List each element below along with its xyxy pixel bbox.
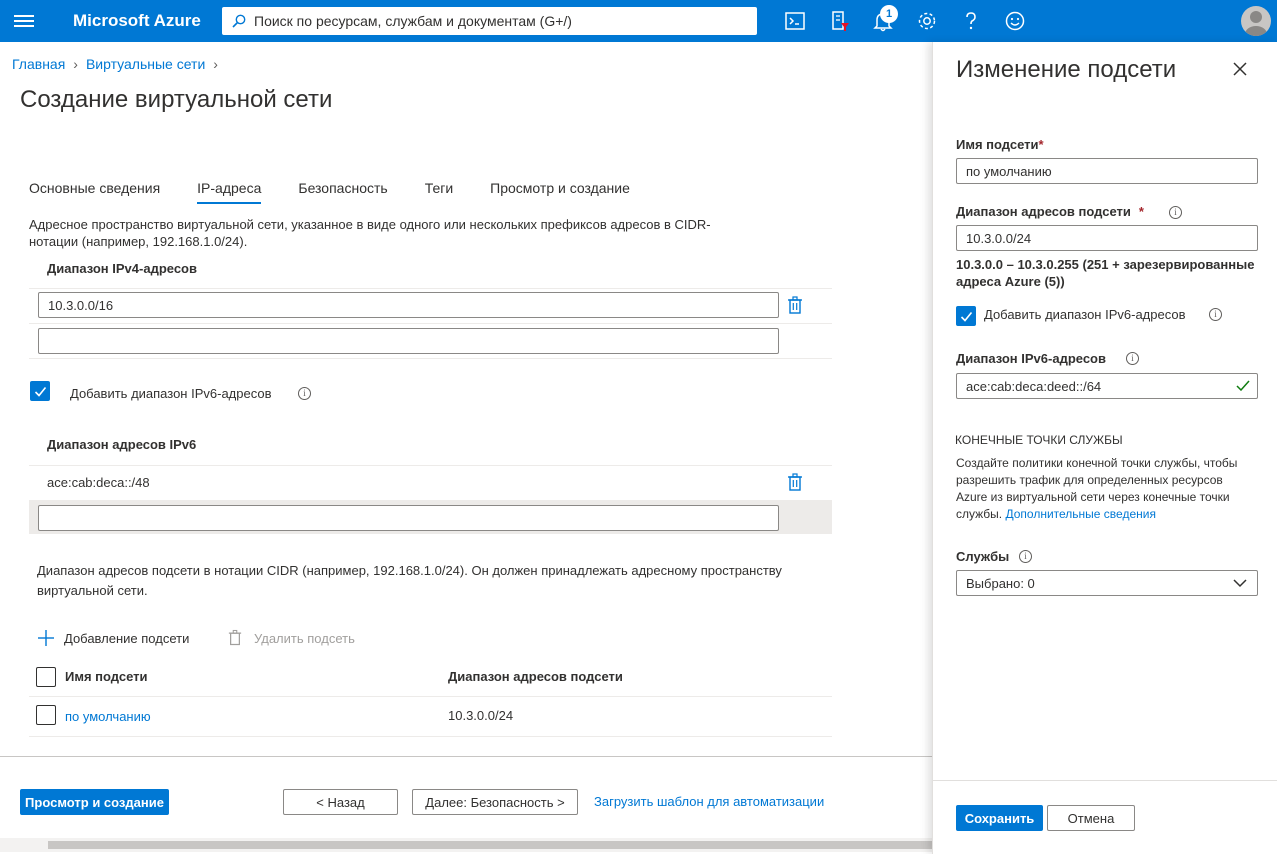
- cancel-button[interactable]: Отмена: [1047, 805, 1135, 831]
- panel-ipv6-label: Диапазон IPv6-адресов: [956, 351, 1106, 366]
- help-icon[interactable]: [960, 10, 982, 32]
- col-subnet-name: Имя подсети: [65, 669, 148, 684]
- subnet-range-label: Диапазон адресов подсети *: [956, 204, 1144, 219]
- chevron-down-icon: [1233, 579, 1247, 588]
- directory-filter-icon[interactable]: [829, 10, 851, 32]
- divider: [29, 736, 832, 737]
- top-bar: Microsoft Azure 1: [0, 0, 1277, 42]
- add-ipv6-checkbox[interactable]: [30, 381, 50, 401]
- panel-add-ipv6-label: Добавить диапазон IPv6-адресов: [984, 307, 1186, 322]
- tab-security[interactable]: Безопасность: [298, 180, 387, 204]
- col-subnet-range: Диапазон адресов подсети: [448, 669, 623, 684]
- required-marker: *: [1038, 137, 1044, 152]
- breadcrumb: Главная › Виртуальные сети ›: [12, 56, 226, 72]
- chevron-right-icon: ›: [73, 56, 78, 72]
- add-subnet-label: Добавление подсети: [64, 631, 190, 646]
- breadcrumb-home[interactable]: Главная: [12, 56, 65, 72]
- ipv6-range-value: ace:cab:deca::/48: [47, 475, 150, 490]
- row-checkbox[interactable]: [36, 705, 56, 725]
- valid-checkmark-icon: [1236, 380, 1250, 391]
- ipv4-range-input[interactable]: [38, 292, 779, 318]
- page-title: Создание виртуальной сети: [20, 86, 333, 113]
- select-all-checkbox[interactable]: [36, 667, 56, 687]
- plus-icon: [38, 630, 54, 646]
- info-icon[interactable]: i: [1019, 550, 1032, 563]
- address-space-description: Адресное пространство виртуальной сети, …: [29, 217, 711, 249]
- tab-basics[interactable]: Основные сведения: [29, 180, 160, 204]
- divider: [29, 358, 832, 359]
- notification-badge: 1: [880, 5, 898, 23]
- horizontal-scrollbar[interactable]: [0, 838, 932, 852]
- subnet-range-label-text: Диапазон адресов подсети: [956, 204, 1131, 219]
- scrollbar-thumb[interactable]: [48, 841, 932, 849]
- endpoints-heading: КОНЕЧНЫЕ ТОЧКИ СЛУЖБЫ: [955, 433, 1123, 447]
- search-icon: [232, 14, 246, 28]
- search-input[interactable]: [254, 7, 749, 35]
- services-selected-value: Выбрано: 0: [966, 576, 1035, 591]
- download-template-link[interactable]: Загрузить шаблон для автоматизации: [594, 794, 824, 809]
- cloud-shell-icon[interactable]: [784, 10, 806, 32]
- info-icon[interactable]: i: [298, 387, 311, 400]
- subnet-name-label-text: Имя подсети: [956, 137, 1039, 152]
- breadcrumb-vnets[interactable]: Виртуальные сети: [86, 56, 205, 72]
- subnet-range-info: 10.3.0.0 – 10.3.0.255 (251 + зарезервиро…: [956, 257, 1255, 289]
- edit-subnet-panel: Изменение подсети Имя подсети* Диапазон …: [932, 42, 1277, 854]
- panel-footer-divider: [933, 780, 1277, 781]
- subnet-name-link[interactable]: по умолчанию: [65, 709, 151, 724]
- panel-ipv6-input[interactable]: [956, 373, 1258, 399]
- trash-icon[interactable]: [787, 296, 803, 314]
- global-search[interactable]: [222, 7, 757, 35]
- close-icon[interactable]: [1231, 60, 1249, 78]
- feedback-icon[interactable]: [1004, 10, 1026, 32]
- ipv4-range-empty-input[interactable]: [38, 328, 779, 354]
- gear-icon[interactable]: [916, 10, 938, 32]
- delete-subnet-label: Удалить подсеть: [254, 631, 355, 646]
- subnet-description: Диапазон адресов подсети в нотации CIDR …: [37, 563, 782, 598]
- tab-tags[interactable]: Теги: [425, 180, 453, 204]
- footer-divider: [0, 756, 932, 757]
- tab-review-create[interactable]: Просмотр и создание: [490, 180, 630, 204]
- review-create-button[interactable]: Просмотр и создание: [20, 789, 169, 815]
- services-dropdown[interactable]: Выбрано: 0: [956, 570, 1258, 596]
- required-marker: *: [1138, 204, 1144, 219]
- tab-bar: Основные сведения IP-адреса Безопасность…: [29, 180, 667, 204]
- menu-icon[interactable]: [14, 12, 34, 30]
- save-button[interactable]: Сохранить: [956, 805, 1043, 831]
- info-icon[interactable]: i: [1126, 352, 1139, 365]
- checkmark-icon: [960, 311, 973, 322]
- checkmark-icon: [34, 386, 47, 397]
- ipv6-range-label: Диапазон адресов IPv6: [47, 437, 197, 452]
- trash-icon: [228, 629, 242, 646]
- subnet-name-input[interactable]: [956, 158, 1258, 184]
- panel-add-ipv6-checkbox[interactable]: [956, 306, 976, 326]
- ipv6-range-empty-input[interactable]: [38, 505, 779, 531]
- divider: [29, 465, 832, 466]
- panel-title: Изменение подсети: [956, 56, 1177, 83]
- next-button[interactable]: Далее: Безопасность >: [412, 789, 578, 815]
- add-ipv6-label: Добавить диапазон IPv6-адресов: [70, 386, 272, 401]
- divider: [29, 323, 832, 324]
- tab-ip-addresses[interactable]: IP-адреса: [197, 180, 262, 204]
- divider: [29, 288, 832, 289]
- services-label: Службы: [956, 549, 1010, 564]
- avatar[interactable]: [1241, 6, 1271, 36]
- subnet-name-label: Имя подсети*: [956, 137, 1044, 152]
- subnet-range-value: 10.3.0.0/24: [448, 708, 514, 723]
- endpoints-description: Создайте политики конечной точки службы,…: [956, 455, 1246, 523]
- subnet-range-input[interactable]: [956, 225, 1258, 251]
- learn-more-link[interactable]: Дополнительные сведения: [1005, 507, 1155, 521]
- brand-logo[interactable]: Microsoft Azure: [73, 11, 201, 31]
- info-icon[interactable]: i: [1169, 206, 1182, 219]
- chevron-right-icon: ›: [213, 56, 218, 72]
- back-button[interactable]: < Назад: [283, 789, 398, 815]
- info-icon[interactable]: i: [1209, 308, 1222, 321]
- trash-icon[interactable]: [787, 473, 803, 491]
- divider: [29, 696, 832, 697]
- ipv4-range-label: Диапазон IPv4-адресов: [47, 261, 197, 276]
